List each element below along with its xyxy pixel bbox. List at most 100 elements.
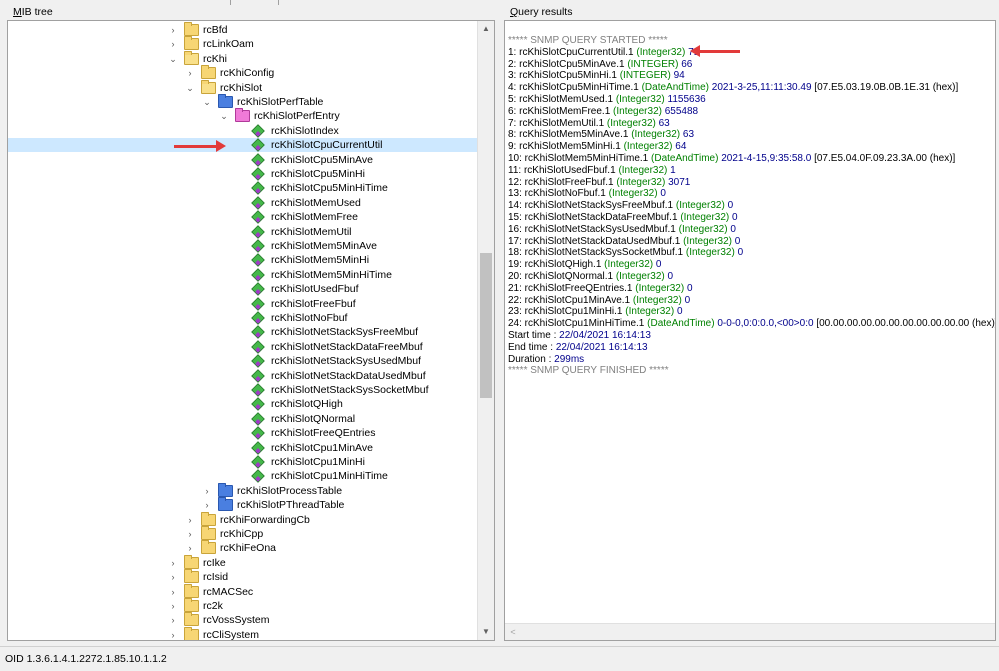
tree-node-rcCliSystem[interactable]: › rcCliSystem [8, 626, 478, 640]
folder-icon [184, 626, 199, 640]
tree-node-rcKhiSlotNetStackSysUsedMbuf[interactable]: rcKhiSlotNetStackSysUsedMbuf [8, 354, 478, 368]
mib-tree-panel[interactable]: › rcBfd › rcLinkOam ⌄ rcKhi › rcKhiConfig ⌄ rcKhi… [7, 20, 495, 641]
folder-icon [184, 50, 199, 65]
tree-node-rcKhiSlotCpu5MinAve[interactable]: rcKhiSlotCpu5MinAve [8, 152, 478, 167]
tree-node-rcKhiCpp[interactable]: › rcKhiCpp [8, 526, 478, 541]
result-oid: 15: rcKhiSlotNetStackDataFreeMbuf.1 [508, 212, 678, 223]
tree-node-rcKhiSlotNetStackDataFreeMbuf[interactable]: rcKhiSlotNetStackDataFreeMbuf [8, 340, 478, 354]
chevron-right-icon[interactable]: › [202, 498, 212, 512]
tree-node-rcKhiForwardingCb[interactable]: › rcKhiForwardingCb [8, 511, 478, 527]
tree-node-rcKhiSlot[interactable]: ⌄ rcKhiSlot [8, 79, 478, 95]
tree-node-rcVossSystem[interactable]: › rcVossSystem [8, 612, 478, 627]
tree-node-rc2k[interactable]: › rc2k [8, 598, 478, 613]
tree-node-label: rcKhiForwardingCb [220, 513, 310, 526]
result-line: 10: rcKhiSlotMem5MinHiTime.1 (DateAndTim… [508, 153, 955, 165]
tree-node-rcKhiSlotCpu1MinAve[interactable]: rcKhiSlotCpu1MinAve [8, 440, 478, 455]
tree-node-rcKhiSlotNetStackDataUsedMbuf[interactable]: rcKhiSlotNetStackDataUsedMbuf [8, 368, 478, 383]
chevron-right-icon[interactable]: › [168, 570, 178, 584]
result-value: 3071 [668, 176, 691, 188]
tree-node-rcKhiSlotCpu5MinHi[interactable]: rcKhiSlotCpu5MinHi [8, 167, 478, 181]
results-hscrollbar[interactable]: < [505, 623, 995, 640]
mib-object-icon [251, 239, 265, 253]
chevron-right-icon[interactable]: › [168, 585, 178, 599]
chevron-right-icon[interactable]: › [168, 613, 178, 627]
tree-node-rcKhiSlotCpu1MinHiTime[interactable]: rcKhiSlotCpu1MinHiTime [8, 469, 478, 484]
chevron-right-icon[interactable]: › [168, 628, 178, 640]
tree-node-label: rcKhiSlotNetStackSysFreeMbuf [271, 326, 419, 339]
result-oid: 2: rcKhiSlotCpu5MinAve.1 [508, 58, 625, 70]
result-line: 21: rcKhiSlotFreeQEntries.1 (Integer32) … [508, 283, 693, 295]
duration-value: 299ms [554, 353, 585, 365]
tree-node-rcKhi[interactable]: ⌄ rcKhi [8, 50, 478, 66]
chevron-right-icon[interactable]: › [168, 23, 178, 37]
result-type: (DateAndTime) [651, 153, 719, 164]
tree-node-rcKhiSlotNetStackSysFreeMbuf[interactable]: rcKhiSlotNetStackSysFreeMbuf [8, 325, 478, 340]
mib-object-icon [251, 368, 265, 383]
tree-node-label: rcKhiSlotPerfTable [237, 96, 324, 108]
mib-object-icon [251, 412, 265, 426]
mib-object-icon [251, 124, 265, 138]
chevron-down-icon[interactable]: ⌄ [185, 81, 195, 95]
scroll-down-icon[interactable]: ▼ [478, 624, 494, 640]
chevron-right-icon[interactable]: › [168, 599, 178, 613]
tree-node-rcLinkOam[interactable]: › rcLinkOam [8, 36, 478, 51]
scroll-left-icon[interactable]: < [505, 624, 521, 640]
chevron-down-icon[interactable]: ⌄ [219, 109, 229, 123]
result-type: (Integer32) [632, 294, 682, 306]
tree-node-rcKhiSlotMem5MinAve[interactable]: rcKhiSlotMem5MinAve [8, 239, 478, 253]
tree-node-rcKhiSlotMem5MinHiTime[interactable]: rcKhiSlotMem5MinHiTime [8, 268, 478, 282]
tree-node-rcKhiSlotCpu1MinHi[interactable]: rcKhiSlotCpu1MinHi [8, 455, 478, 469]
tree-node-rcKhiSlotCpuCurrentUtil[interactable]: rcKhiSlotCpuCurrentUtil [8, 138, 478, 153]
scroll-up-icon[interactable]: ▲ [478, 21, 494, 37]
chevron-right-icon[interactable]: › [202, 484, 212, 498]
chevron-right-icon[interactable]: › [168, 37, 178, 51]
tree-node-rcKhiSlotQNormal[interactable]: rcKhiSlotQNormal [8, 412, 478, 426]
query-results-panel[interactable]: ***** SNMP QUERY STARTED ***** 1: rcKhiS… [504, 20, 996, 641]
start-time-label: Start time : [508, 330, 557, 341]
folder-icon [218, 94, 233, 108]
folder-icon [184, 612, 199, 627]
chevron-down-icon[interactable]: ⌄ [168, 52, 178, 66]
result-line: 13: rcKhiSlotNoFbuf.1 (Integer32) 0 [508, 188, 666, 200]
tree-node-rcKhiSlotPThreadTable[interactable]: › rcKhiSlotPThreadTable [8, 497, 478, 512]
tree-node-rcKhiSlotCpu5MinHiTime[interactable]: rcKhiSlotCpu5MinHiTime [8, 181, 478, 196]
tree-node-rcIsid[interactable]: › rcIsid [8, 569, 478, 584]
tree-node-rcKhiSlotNoFbuf[interactable]: rcKhiSlotNoFbuf [8, 311, 478, 325]
chevron-right-icon[interactable]: › [185, 513, 195, 527]
tree-node-label: rcIke [203, 556, 226, 569]
tree-node-rcKhiSlotMemFree[interactable]: rcKhiSlotMemFree [8, 210, 478, 224]
tree-node-rcKhiSlotMem5MinHi[interactable]: rcKhiSlotMem5MinHi [8, 253, 478, 268]
tree-node-rcKhiSlotNetStackSysSocketMbuf[interactable]: rcKhiSlotNetStackSysSocketMbuf [8, 383, 478, 397]
result-type: (INTEGER) [619, 70, 671, 82]
tree-node-rcKhiSlotIndex[interactable]: rcKhiSlotIndex [8, 124, 478, 138]
tree-node-label: rcBfd [203, 24, 228, 36]
tree-node-rcKhiSlotFreeQEntries[interactable]: rcKhiSlotFreeQEntries [8, 426, 478, 440]
tree-node-rcKhiSlotFreeFbuf[interactable]: rcKhiSlotFreeFbuf [8, 296, 478, 311]
tree-node-rcIke[interactable]: › rcIke [8, 554, 478, 570]
tree-node-rcKhiSlotQHigh[interactable]: rcKhiSlotQHigh [8, 397, 478, 412]
tree-node-rcKhiSlotPerfEntry[interactable]: ⌄ rcKhiSlotPerfEntry [8, 108, 478, 123]
result-type: (Integer32) [675, 200, 725, 212]
chevron-right-icon[interactable]: › [185, 66, 195, 80]
chevron-right-icon[interactable]: › [185, 541, 195, 555]
result-type: (Integer32) [636, 46, 686, 58]
tree-node-label: rcKhiSlotFreeFbuf [271, 297, 356, 310]
scrollbar-thumb[interactable] [480, 253, 492, 398]
oid-status-text: OID 1.3.6.1.4.1.2272.1.85.10.1.1.2 [5, 653, 167, 665]
tree-node-rcKhiSlotMemUtil[interactable]: rcKhiSlotMemUtil [8, 224, 478, 239]
result-oid: 3: rcKhiSlotCpu5MinHi.1 [508, 70, 617, 82]
tree-node-rcKhiSlotPerfTable[interactable]: ⌄ rcKhiSlotPerfTable [8, 94, 478, 109]
mib-tree-scrollbar[interactable]: ▲ ▼ [477, 21, 494, 640]
tree-node-rcKhiSlotProcessTable[interactable]: › rcKhiSlotProcessTable [8, 482, 478, 498]
tree-node-rcBfd[interactable]: › rcBfd [8, 22, 478, 37]
tree-node-rcKhiConfig[interactable]: › rcKhiConfig [8, 65, 478, 80]
chevron-down-icon[interactable]: ⌄ [202, 95, 212, 109]
mib-object-icon [251, 224, 265, 239]
chevron-right-icon[interactable]: › [185, 527, 195, 541]
chevron-right-icon[interactable]: › [168, 556, 178, 570]
tree-node-rcKhiSlotUsedFbuf[interactable]: rcKhiSlotUsedFbuf [8, 282, 478, 296]
tree-node-rcMACSec[interactable]: › rcMACSec [8, 583, 478, 599]
tree-node-rcKhiFeOna[interactable]: › rcKhiFeOna [8, 540, 478, 555]
tree-node-label: rcKhiSlotMem5MinHiTime [271, 268, 392, 281]
tree-node-rcKhiSlotMemUsed[interactable]: rcKhiSlotMemUsed [8, 196, 478, 210]
